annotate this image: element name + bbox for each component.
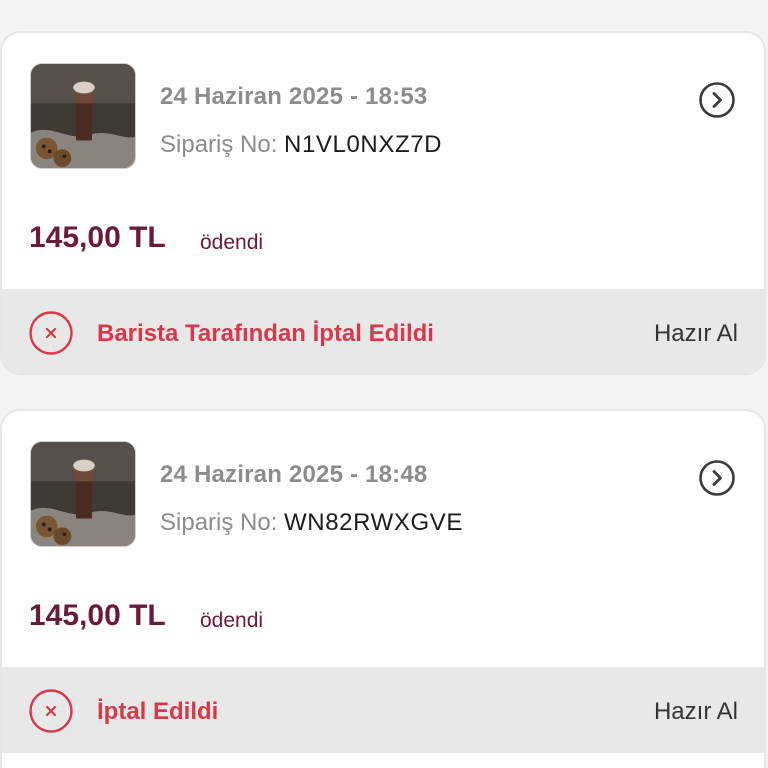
product-thumbnail-image (30, 441, 136, 547)
order-status-bar: İptal Edildi Hazır Al (2, 667, 764, 753)
order-card[interactable]: 24 Haziran 2025 - 18:53 Sipariş No: N1VL… (0, 31, 766, 375)
payment-status: ödendi (200, 231, 264, 254)
order-number-value: N1VL0NXZ7D (284, 131, 443, 158)
order-date: 24 Haziran 2025 - 18:48 (160, 461, 428, 488)
cancel-circle-icon (29, 311, 73, 355)
order-history-list: 24 Haziran 2025 - 18:53 Sipariş No: N1VL… (0, 0, 768, 768)
order-number-label: Sipariş No: (160, 509, 278, 536)
order-status-text: İptal Edildi (97, 698, 219, 725)
order-card[interactable]: 24 Haziran 2025 - 18:48 Sipariş No: WN82… (0, 409, 766, 768)
chevron-right-circle-icon (699, 460, 735, 496)
iced-mocha-drink-icon (31, 442, 135, 546)
chevron-right-circle-icon (699, 82, 735, 118)
order-number-value: WN82RWXGVE (284, 509, 463, 536)
product-thumbnail-image (30, 63, 136, 169)
order-number-line: Sipariş No: N1VL0NXZ7D (160, 131, 442, 159)
order-status-text: Barista Tarafından İptal Edildi (97, 320, 434, 347)
order-detail-button[interactable] (698, 459, 736, 497)
payment-status: ödendi (200, 609, 264, 632)
iced-mocha-drink-icon (31, 64, 135, 168)
order-number-line: Sipariş No: WN82RWXGVE (160, 509, 463, 537)
order-card-body: 24 Haziran 2025 - 18:53 Sipariş No: N1VL… (2, 33, 764, 289)
order-date: 24 Haziran 2025 - 18:53 (160, 83, 428, 110)
order-number-label: Sipariş No: (160, 131, 278, 158)
order-price: 145,00 TL (29, 599, 166, 632)
order-status-bar: Barista Tarafından İptal Edildi Hazır Al (2, 289, 764, 373)
delivery-type-label: Hazır Al (653, 698, 738, 725)
order-card-body: 24 Haziran 2025 - 18:48 Sipariş No: WN82… (2, 411, 764, 667)
delivery-type-label: Hazır Al (653, 320, 738, 347)
cancel-circle-icon (29, 689, 73, 733)
order-price: 145,00 TL (29, 221, 166, 254)
order-detail-button[interactable] (698, 81, 736, 119)
